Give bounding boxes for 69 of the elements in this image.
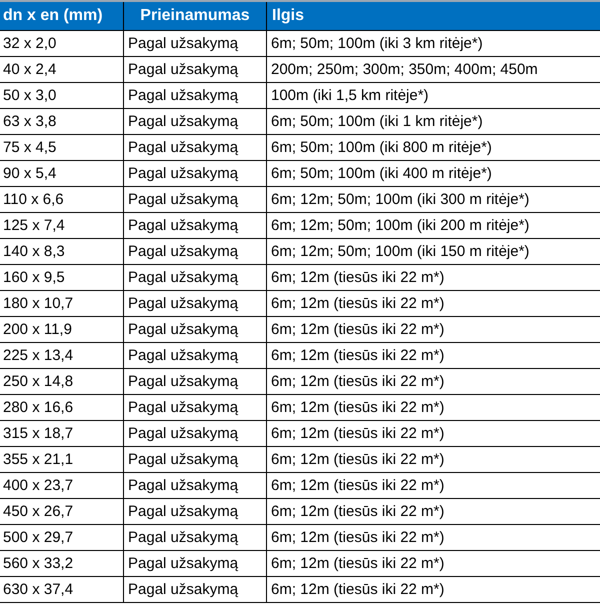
table-cell: Pagal užsakymą bbox=[124, 109, 267, 134]
table-cell: 315 x 18,7 bbox=[0, 421, 124, 446]
table-cell-text: 6m; 12m (tiesūs iki 22 m*) bbox=[270, 346, 446, 366]
table-cell-text: 6m; 12m; 50m; 100m (iki 150 m ritėje*) bbox=[270, 242, 530, 262]
table-cell: Pagal užsakymą bbox=[124, 57, 267, 82]
table-cell: 125 x 7,4 bbox=[0, 213, 124, 238]
table-cell: 560 x 33,2 bbox=[0, 551, 124, 576]
table-cell: Pagal užsakymą bbox=[124, 187, 267, 212]
table-cell: Pagal užsakymą bbox=[124, 83, 267, 108]
table-cell-text: 6m; 12m (tiesūs iki 22 m*) bbox=[270, 554, 446, 574]
table-cell: Pagal užsakymą bbox=[124, 135, 267, 160]
table-cell: Pagal užsakymą bbox=[124, 317, 267, 342]
table-cell-text: 6m; 12m (tiesūs iki 22 m*) bbox=[270, 476, 446, 496]
table-cell: 400 x 23,7 bbox=[0, 473, 124, 498]
table-cell-text: 6m; 12m (tiesūs iki 22 m*) bbox=[270, 580, 446, 600]
table-cell: 63 x 3,8 bbox=[0, 109, 124, 134]
table-cell: 32 x 2,0 bbox=[0, 31, 124, 56]
table-cell-text: 6m; 12m (tiesūs iki 22 m*) bbox=[270, 398, 446, 418]
table-cell: 280 x 16,6 bbox=[0, 395, 124, 420]
table-cell-text: 100m (iki 1,5 km ritėje*) bbox=[270, 86, 430, 106]
table-cell: Pagal užsakymą bbox=[124, 551, 267, 576]
table-cell: 140 x 8,3 bbox=[0, 239, 124, 264]
table-cell: 225 x 13,4 bbox=[0, 343, 124, 368]
table-cell-text: 6m; 12m (tiesūs iki 22 m*) bbox=[270, 320, 446, 340]
table-cell: 355 x 21,1 bbox=[0, 447, 124, 472]
table-cell: Pagal užsakymą bbox=[124, 31, 267, 56]
table-cell: Pagal užsakymą bbox=[124, 577, 267, 602]
table-cell-text: 6m; 12m (tiesūs iki 22 m*) bbox=[270, 268, 446, 288]
table-cell: 630 x 37,4 bbox=[0, 577, 124, 602]
table-cell: 110 x 6,6 bbox=[0, 187, 124, 212]
table-cell: Pagal užsakymą bbox=[124, 265, 267, 290]
table-cell: Pagal užsakymą bbox=[124, 161, 267, 186]
table-cell: 250 x 14,8 bbox=[0, 369, 124, 394]
table-cell: Pagal užsakymą bbox=[124, 213, 267, 238]
column-header: Prieinamumas bbox=[124, 2, 267, 30]
table-cell: 90 x 5,4 bbox=[0, 161, 124, 186]
table-cell-text: 6m; 12m (tiesūs iki 22 m*) bbox=[270, 372, 446, 392]
table-cell: Pagal užsakymą bbox=[124, 239, 267, 264]
table-cell-text: 6m; 12m; 50m; 100m (iki 300 m ritėje*) bbox=[270, 190, 530, 210]
column-header: Ilgis bbox=[271, 6, 306, 26]
table-cell: Pagal užsakymą bbox=[124, 473, 267, 498]
table-cell-text: 6m; 12m (tiesūs iki 22 m*) bbox=[270, 502, 446, 522]
table-cell: 75 x 4,5 bbox=[0, 135, 124, 160]
table-cell-text: 200m; 250m; 300m; 350m; 400m; 450m bbox=[270, 60, 539, 80]
table-cell: Pagal užsakymą bbox=[124, 395, 267, 420]
table-cell: 50 x 3,0 bbox=[0, 83, 124, 108]
table-cell: 450 x 26,7 bbox=[0, 499, 124, 524]
table-cell: 160 x 9,5 bbox=[0, 265, 124, 290]
table-cell: Pagal užsakymą bbox=[124, 447, 267, 472]
column-header: dn x en (mm) bbox=[0, 2, 124, 30]
table-cell: 500 x 29,7 bbox=[0, 525, 124, 550]
table-cell: 180 x 10,7 bbox=[0, 291, 124, 316]
table-cell-text: 6m; 12m (tiesūs iki 22 m*) bbox=[270, 528, 446, 548]
table-cell-text: 6m; 12m (tiesūs iki 22 m*) bbox=[270, 424, 446, 444]
table-cell: Pagal užsakymą bbox=[124, 525, 267, 550]
table-cell: Pagal užsakymą bbox=[124, 369, 267, 394]
table-cell-text: 6m; 12m; 50m; 100m (iki 200 m ritėje*) bbox=[270, 216, 530, 236]
table-cell-text: 6m; 12m (tiesūs iki 22 m*) bbox=[270, 450, 446, 470]
table-cell: Pagal užsakymą bbox=[124, 343, 267, 368]
table-cell: Pagal užsakymą bbox=[124, 499, 267, 524]
table-cell: 40 x 2,4 bbox=[0, 57, 124, 82]
table-cell-text: 6m; 50m; 100m (iki 800 m ritėje*) bbox=[270, 138, 493, 158]
table-cell-text: 6m; 50m; 100m (iki 3 km ritėje*) bbox=[270, 34, 484, 54]
table-cell: Pagal užsakymą bbox=[124, 421, 267, 446]
table-cell: Pagal užsakymą bbox=[124, 291, 267, 316]
table-cell-text: 6m; 12m (tiesūs iki 22 m*) bbox=[270, 294, 446, 314]
table-cell: 200 x 11,9 bbox=[0, 317, 124, 342]
table-cell-text: 6m; 50m; 100m (iki 1 km ritėje*) bbox=[270, 112, 484, 132]
table-cell-text: 6m; 50m; 100m (iki 400 m ritėje*) bbox=[270, 164, 493, 184]
